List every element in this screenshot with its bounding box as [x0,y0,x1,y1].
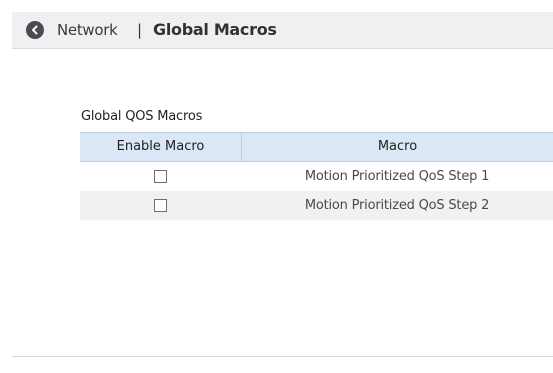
breadcrumb-separator: | [137,21,143,39]
column-header-enable-macro: Enable Macro [80,133,242,161]
global-qos-macros-table: Enable Macro Macro Motion Prioritized Qo… [80,132,553,220]
breadcrumb-network[interactable]: Network [57,21,118,39]
enable-macro-checkbox[interactable] [154,170,167,183]
page: Network | Global Macros Global QOS Macro… [0,0,553,373]
page-header: Network | Global Macros [12,12,553,49]
enable-cell [80,199,241,212]
table-row: Motion Prioritized QoS Step 1 [80,162,553,191]
section-title: Global QOS Macros [81,109,203,124]
table-row: Motion Prioritized QoS Step 2 [80,191,553,220]
enable-cell [80,170,241,183]
page-title: Global Macros [153,20,277,39]
column-header-macro: Macro [377,139,418,154]
back-button[interactable] [26,21,44,39]
table-header: Enable Macro Macro [80,132,553,162]
chevron-left-circle-icon [32,25,38,35]
macro-name: Motion Prioritized QoS Step 2 [304,198,490,213]
macro-name: Motion Prioritized QoS Step 1 [304,169,490,184]
enable-macro-checkbox[interactable] [154,199,167,212]
divider [12,356,553,357]
